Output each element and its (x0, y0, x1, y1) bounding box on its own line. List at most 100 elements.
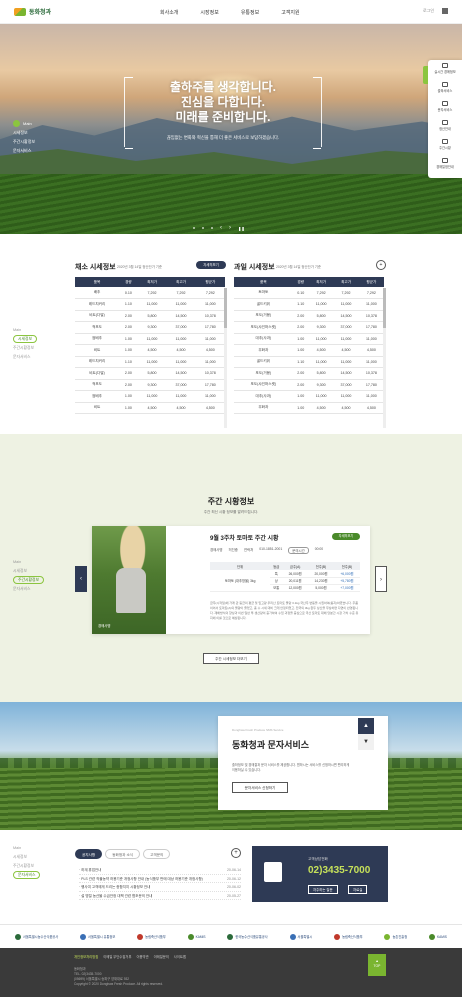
table-cell: 2.00 (119, 379, 138, 391)
section-link-main[interactable]: Main (13, 119, 35, 128)
table-row[interactable]: 골드키위 1.10 11,000 11,000 11,000 (234, 356, 384, 368)
veg-table-scrollbar[interactable] (224, 288, 227, 428)
partner-banner[interactable]: 서울특별시 유통정보 (80, 933, 115, 940)
table-row[interactable]: 배추 0.10 7,292 7,292 7,292 (75, 287, 225, 299)
notice-more-button[interactable]: + (231, 848, 241, 858)
quick-item-schedule[interactable]: 경매일정안내 (428, 155, 462, 174)
notice-title: · PLS 관련 작물농약 허용기준 개정사항 안내 (농식품부 판매 대상 허… (79, 876, 203, 881)
table-row[interactable]: 비트 1.00 4,500 4,500 4,500 (75, 344, 225, 357)
slide-dot[interactable] (211, 227, 213, 229)
next-slide-icon[interactable]: › (229, 225, 231, 231)
table-row[interactable]: 무화과 1.00 4,500 4,500 4,500 (234, 402, 384, 414)
footer-link[interactable]: 개인정보처리방침 (74, 954, 98, 959)
all-menu-icon[interactable] (442, 8, 448, 14)
faq-button[interactable]: 자주하는 질문 (308, 885, 338, 894)
table-row[interactable]: 쌈배추 1.00 11,000 11,000 11,000 (75, 333, 225, 345)
section-link-sms[interactable]: 문자서비스 (13, 585, 44, 594)
quick-menu-toggle[interactable] (423, 66, 428, 84)
slide-dot[interactable] (193, 227, 195, 229)
table-row[interactable]: 대추(사과) 1.00 11,000 11,000 11,000 (234, 333, 384, 345)
veg-more-button[interactable]: 자세히보기 (196, 261, 226, 269)
section-link-weekly[interactable]: 주간시황정보 (13, 137, 35, 146)
table-row[interactable]: 비트(다발) 2.00 5,800 14,500 10,378 (75, 310, 225, 322)
weekly-prev-button[interactable]: ‹ (75, 566, 87, 592)
partner-banner[interactable]: 서울특별시농수산식품공사 (14, 933, 58, 940)
section-link-sms[interactable]: 문자서비스 (13, 353, 37, 362)
nav-item-company[interactable]: 회사소개 (160, 9, 178, 16)
scroll-up-button[interactable]: ▲ (358, 718, 374, 734)
list-item[interactable]: · 설 명절 농산물 수급안정 대책 관련 협조문의 안내 20-05-27 (79, 892, 241, 900)
section-link-main[interactable]: Main (13, 326, 37, 335)
column-header: 품목 (75, 277, 120, 287)
list-item[interactable]: · 하계 휴업안내 20-06-14 (79, 866, 241, 875)
quick-item-settlement[interactable]: 정산안내 (428, 117, 462, 136)
section-link-price[interactable]: 시세정보 (13, 567, 44, 576)
prev-slide-icon[interactable]: ‹ (220, 225, 222, 231)
partner-banner[interactable]: 서울특별시 (289, 933, 312, 940)
partner-banner[interactable]: 농촌진흥청 (384, 933, 407, 940)
tab-news[interactable]: 동화청과 소식 (105, 849, 141, 859)
table-row[interactable]: 무화과 1.00 4,500 4,500 4,500 (234, 344, 384, 357)
fruit-table-scrollbar[interactable] (383, 288, 386, 428)
slide-dot[interactable] (202, 227, 204, 229)
section-link-sms-active[interactable]: 문자서비스 (13, 871, 41, 879)
partner-banner[interactable]: 농림축산식품부 (334, 933, 363, 940)
login-link[interactable]: 로그인 (423, 8, 434, 14)
logo[interactable]: 동화청과 (14, 7, 51, 16)
archive-button[interactable]: 자료실 (348, 885, 368, 894)
section-link-main[interactable]: Main (13, 558, 44, 567)
weekly-more-button[interactable]: 주간 시세정보 더보기 (203, 653, 259, 664)
section-link-price[interactable]: 시세정보 (13, 853, 40, 862)
section-link-sms[interactable]: 문자서비스 (13, 146, 35, 155)
partner-banner[interactable]: 한국농수산식품유통공사 (227, 933, 268, 940)
section-link-weekly-active[interactable]: 주간시황정보 (13, 576, 44, 584)
partner-banner[interactable]: KAMIS (187, 933, 206, 940)
table-row[interactable]: 적포도 2.00 9,300 37,000 17,780 (75, 379, 225, 391)
table-cell: 37,000 (333, 379, 359, 391)
nav-item-support[interactable]: 고객지원 (281, 9, 299, 16)
weekly-detail-button[interactable]: 자세히보기 (332, 533, 360, 540)
quick-item-auction[interactable]: 실시간 경매정보 (428, 60, 462, 79)
table-row[interactable]: 골드키위 1.10 11,000 11,000 11,000 (234, 298, 384, 311)
table-row[interactable]: 토마토 0.10 7,292 7,292 7,292 (234, 287, 384, 299)
table-row[interactable]: 대추(사과) 1.00 11,000 11,000 11,000 (234, 390, 384, 403)
section-link-main[interactable]: Main (13, 844, 40, 853)
quick-item-sms[interactable]: 문자서비스 (428, 98, 462, 117)
list-item[interactable]: · 행사여 고객에게 드리는 종합지지 시황정보 안내 20-06-02 (79, 883, 241, 892)
quick-item-weekly[interactable]: 주간시황 (428, 136, 462, 155)
partner-banner[interactable]: KAMIS (429, 933, 447, 940)
section-link-price[interactable]: 시세정보 (13, 128, 35, 137)
table-row[interactable]: 쌈배추 1.00 11,000 11,000 11,000 (75, 390, 225, 403)
section-link-price-active[interactable]: 시세정보 (13, 335, 37, 343)
scroll-down-button[interactable]: ▼ (358, 734, 374, 750)
quick-item-shipping[interactable]: 출하서비스 (428, 79, 462, 98)
table-row[interactable]: 포도(샤인머스켓) 2.00 9,300 37,000 17,780 (234, 321, 384, 334)
nav-item-market[interactable]: 시장정보 (200, 9, 218, 16)
fruit-more-button[interactable]: + (376, 260, 386, 270)
section-link-weekly[interactable]: 주간시황정보 (13, 862, 40, 871)
nav-item-distribution[interactable]: 유통정보 (241, 9, 259, 16)
footer-link[interactable]: 이메일 무단수집거부 (103, 954, 131, 959)
footer-link[interactable]: 이메일문의 (154, 954, 169, 959)
table-row[interactable]: 적포도 2.00 9,300 37,000 17,780 (75, 321, 225, 334)
section-link-weekly[interactable]: 주간시황정보 (13, 344, 37, 353)
list-item[interactable]: · PLS 관련 작물농약 허용기준 개정사항 안내 (농식품부 판매 대상 허… (79, 875, 241, 883)
weekly-card[interactable]: 경매사명 9월 3주차 토마토 주간 시황 자세히보기 경매사명 허진중 연락처… (92, 526, 370, 634)
table-row[interactable]: 비트 1.00 4,500 4,500 4,500 (75, 402, 225, 414)
table-row[interactable]: 레드치커리 1.10 11,000 11,000 11,000 (75, 356, 225, 368)
footer-link[interactable]: 사이트맵 (174, 954, 186, 959)
weekly-next-button[interactable]: › (375, 566, 387, 592)
partner-banner[interactable]: 농림축산식품부 (137, 933, 166, 940)
footer-link[interactable]: 이용약관 (136, 954, 148, 959)
table-row[interactable]: 포도(거봉) 2.00 5,800 14,500 10,378 (234, 310, 384, 322)
table-row[interactable]: 포도(거봉) 2.00 5,800 14,500 10,378 (234, 367, 384, 380)
sms-apply-button[interactable]: 문자서비스 신청하기 (232, 782, 288, 793)
table-row[interactable]: 포도(샤인머스켓) 2.00 9,300 37,000 17,780 (234, 379, 384, 391)
tab-notice[interactable]: 공지사항 (75, 849, 103, 859)
tab-inquiry[interactable]: 고객문의 (143, 849, 171, 859)
pause-icon[interactable]: ❚❚ (238, 226, 245, 231)
table-cell: 0.10 (292, 287, 309, 299)
top-button[interactable]: ▲ TOP (368, 954, 386, 976)
table-row[interactable]: 비트(다발) 2.00 5,800 14,500 10,378 (75, 367, 225, 380)
table-row[interactable]: 레드치커리 1.10 11,000 11,000 11,000 (75, 298, 225, 311)
